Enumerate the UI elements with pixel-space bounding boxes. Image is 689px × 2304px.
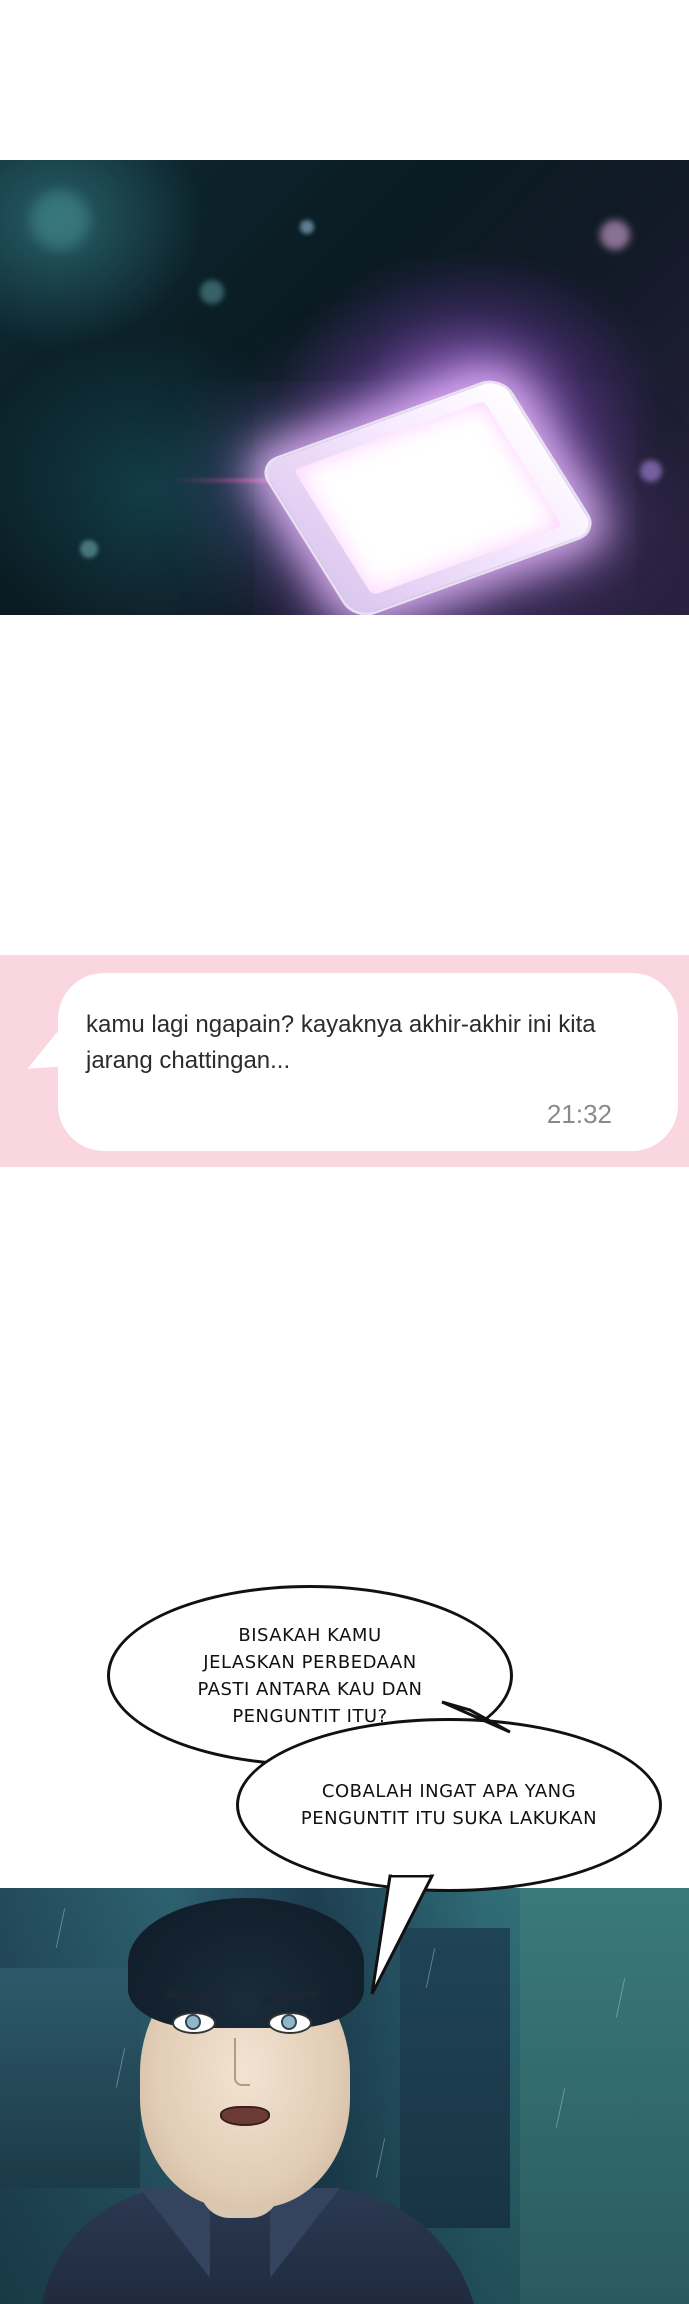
background-building [520,1888,689,2304]
bokeh-light [200,280,224,304]
nose [234,2038,250,2086]
speech-bubble-1-tail [441,1700,511,1734]
chat-panel: kamu lagi ngapain? kayaknya akhir-akhir … [0,955,689,1167]
phone-panel [0,160,689,615]
shirt-collar [140,2188,210,2278]
bokeh-light [300,220,314,234]
chat-bubble: kamu lagi ngapain? kayaknya akhir-akhir … [58,973,678,1151]
right-eye [268,2012,312,2034]
left-eye [172,2012,216,2034]
phone-screen [293,400,563,596]
speech-bubble-2: COBALAH INGAT APA YANG PENGUNTIT ITU SUK… [236,1718,662,1892]
mouth [220,2106,270,2126]
speech-bubble-2-text: COBALAH INGAT APA YANG PENGUNTIT ITU SUK… [300,1781,598,1829]
chat-message-text: kamu lagi ngapain? kayaknya akhir-akhir … [86,1011,596,1074]
bokeh-light [600,220,630,250]
rain-streak [55,1908,66,1948]
speech-bubble-2-tail [370,1870,435,1995]
bokeh-light [80,540,98,558]
speech-bubble-1-text: BISAKAH KAMU JELASKAN PERBEDAAN PASTI AN… [197,1624,423,1727]
background-building [0,1968,140,2188]
glowing-phone [255,374,601,615]
bokeh-light [30,190,90,250]
man-panel [0,1888,689,2304]
bokeh-light [640,460,662,482]
chat-timestamp: 21:32 [546,1099,612,1129]
man-hair [128,1898,364,2028]
rain-streak [375,2138,386,2178]
